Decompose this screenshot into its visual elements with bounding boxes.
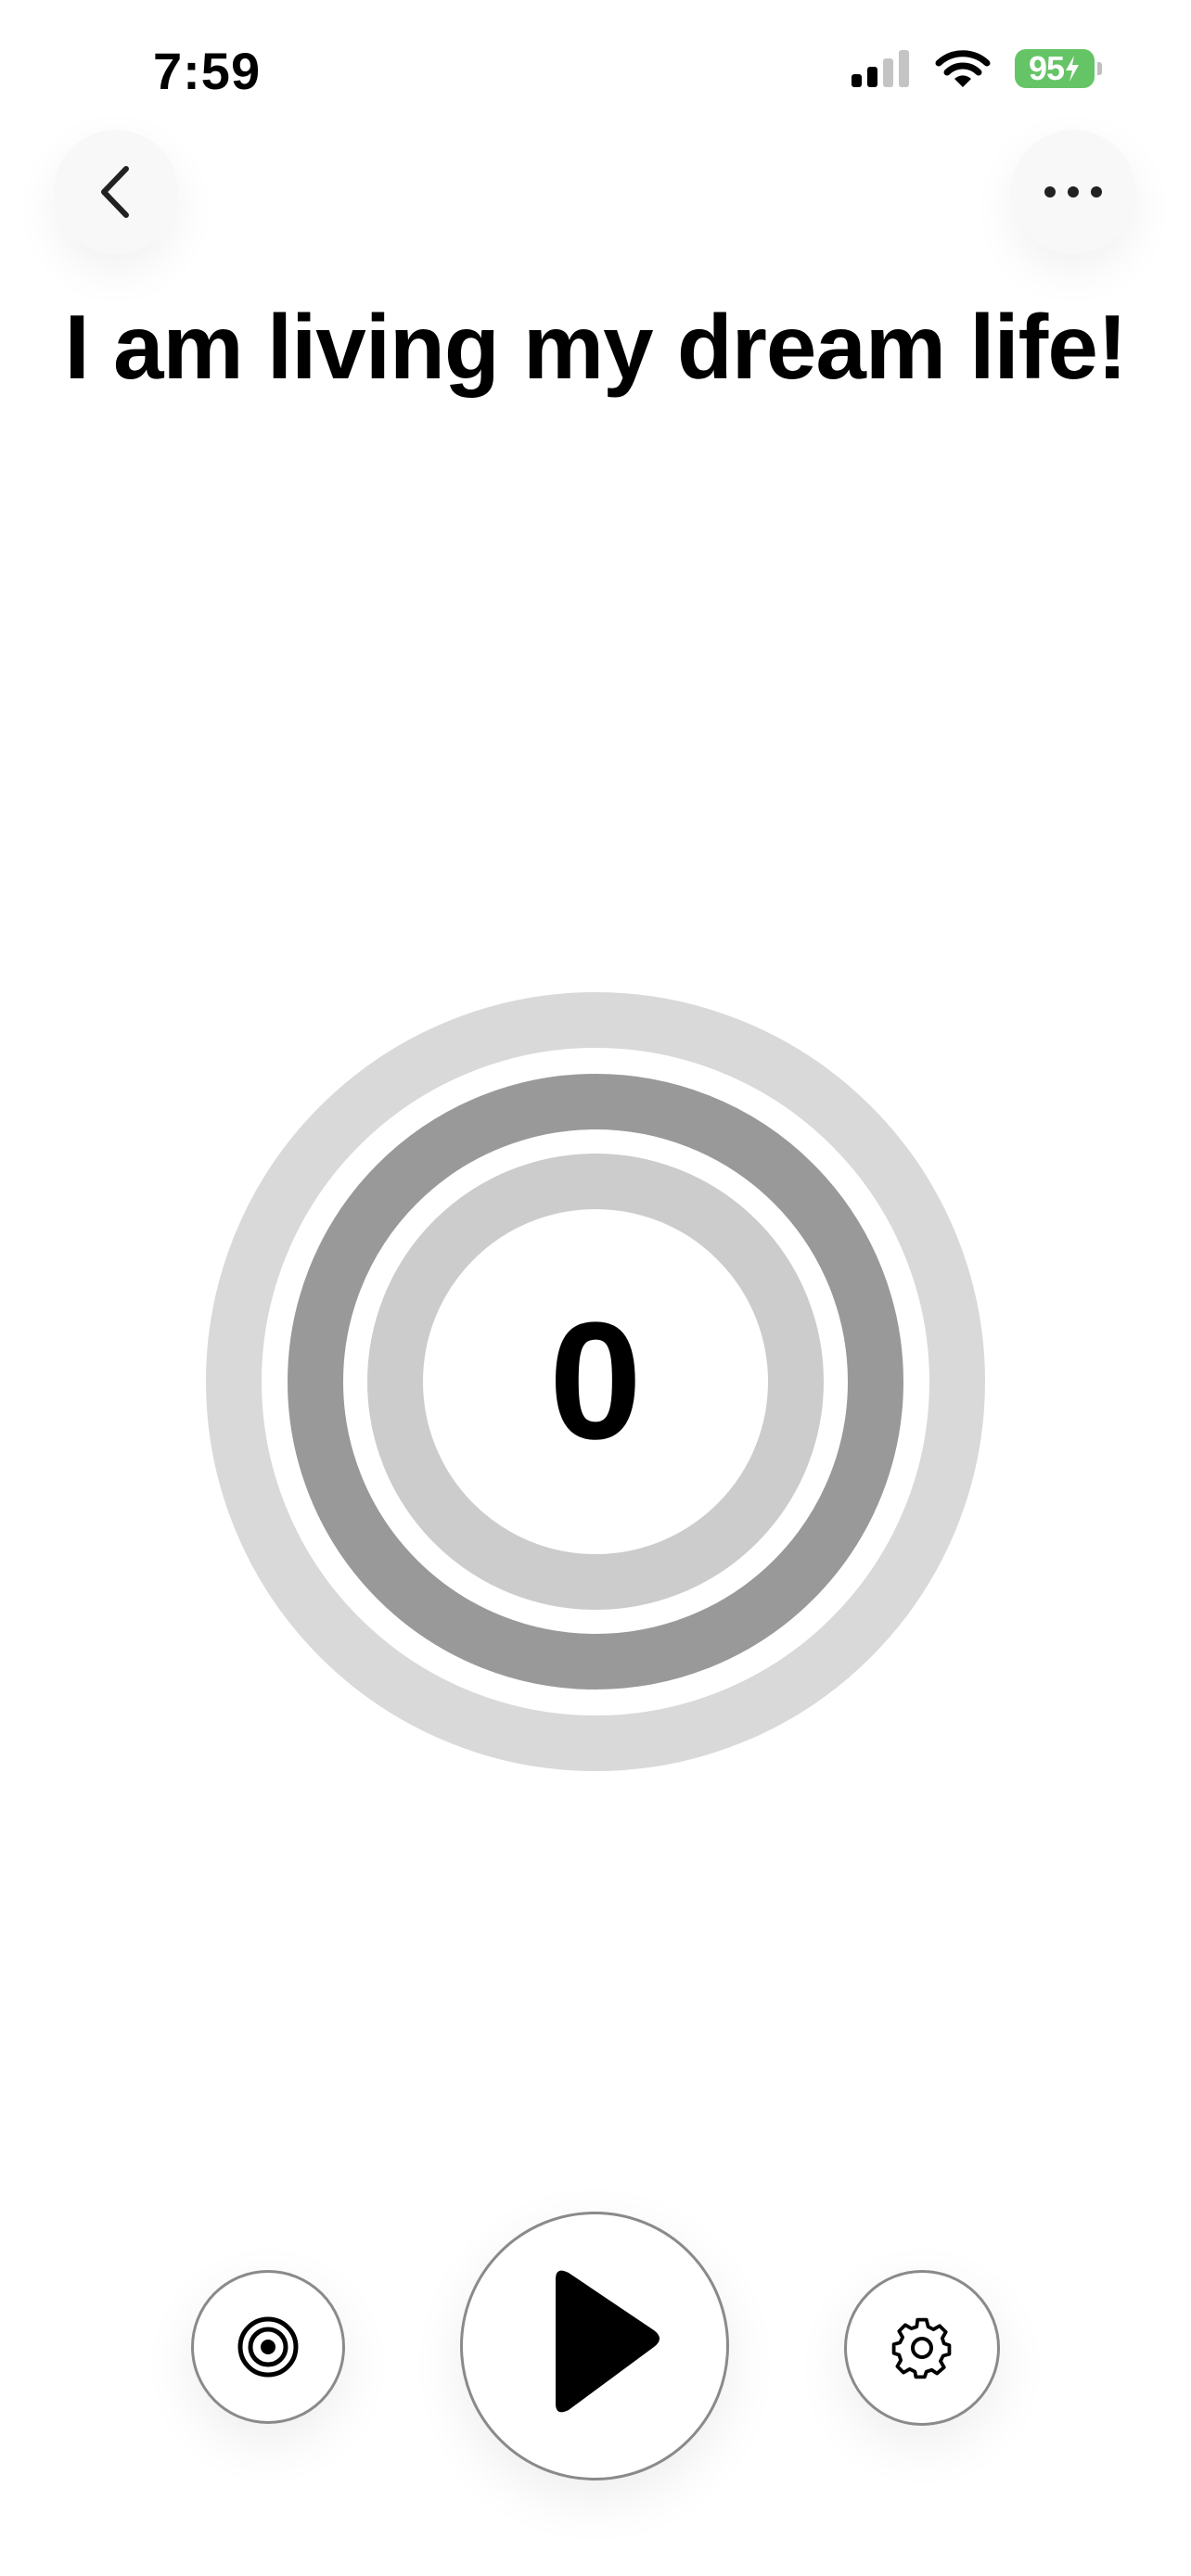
- affirmation-title: I am living my dream life!: [64, 296, 1128, 398]
- battery-charging-icon: 95: [1015, 49, 1102, 88]
- ellipsis-icon: [1044, 186, 1102, 198]
- target-icon: [237, 2316, 299, 2378]
- chevron-left-icon: [101, 166, 129, 218]
- target-button[interactable]: [191, 2270, 345, 2424]
- play-icon: [556, 2270, 660, 2413]
- charging-bolt-icon: [1066, 56, 1080, 82]
- battery-percent: 95: [1028, 49, 1065, 87]
- counter-value: 0: [548, 1288, 643, 1474]
- wifi-icon: [935, 50, 991, 87]
- status-time: 7:59: [153, 42, 262, 100]
- cellular-signal-icon: [852, 50, 909, 87]
- gear-icon: [891, 2317, 952, 2379]
- settings-button[interactable]: [844, 2270, 1000, 2426]
- play-button[interactable]: [460, 2212, 729, 2480]
- tap-counter[interactable]: 0: [206, 992, 985, 1771]
- status-icons: 95: [850, 48, 1102, 89]
- back-button[interactable]: [54, 130, 178, 254]
- battery-level: 95: [1015, 49, 1095, 88]
- battery-tip: [1097, 62, 1102, 75]
- more-options-button[interactable]: [1011, 130, 1135, 254]
